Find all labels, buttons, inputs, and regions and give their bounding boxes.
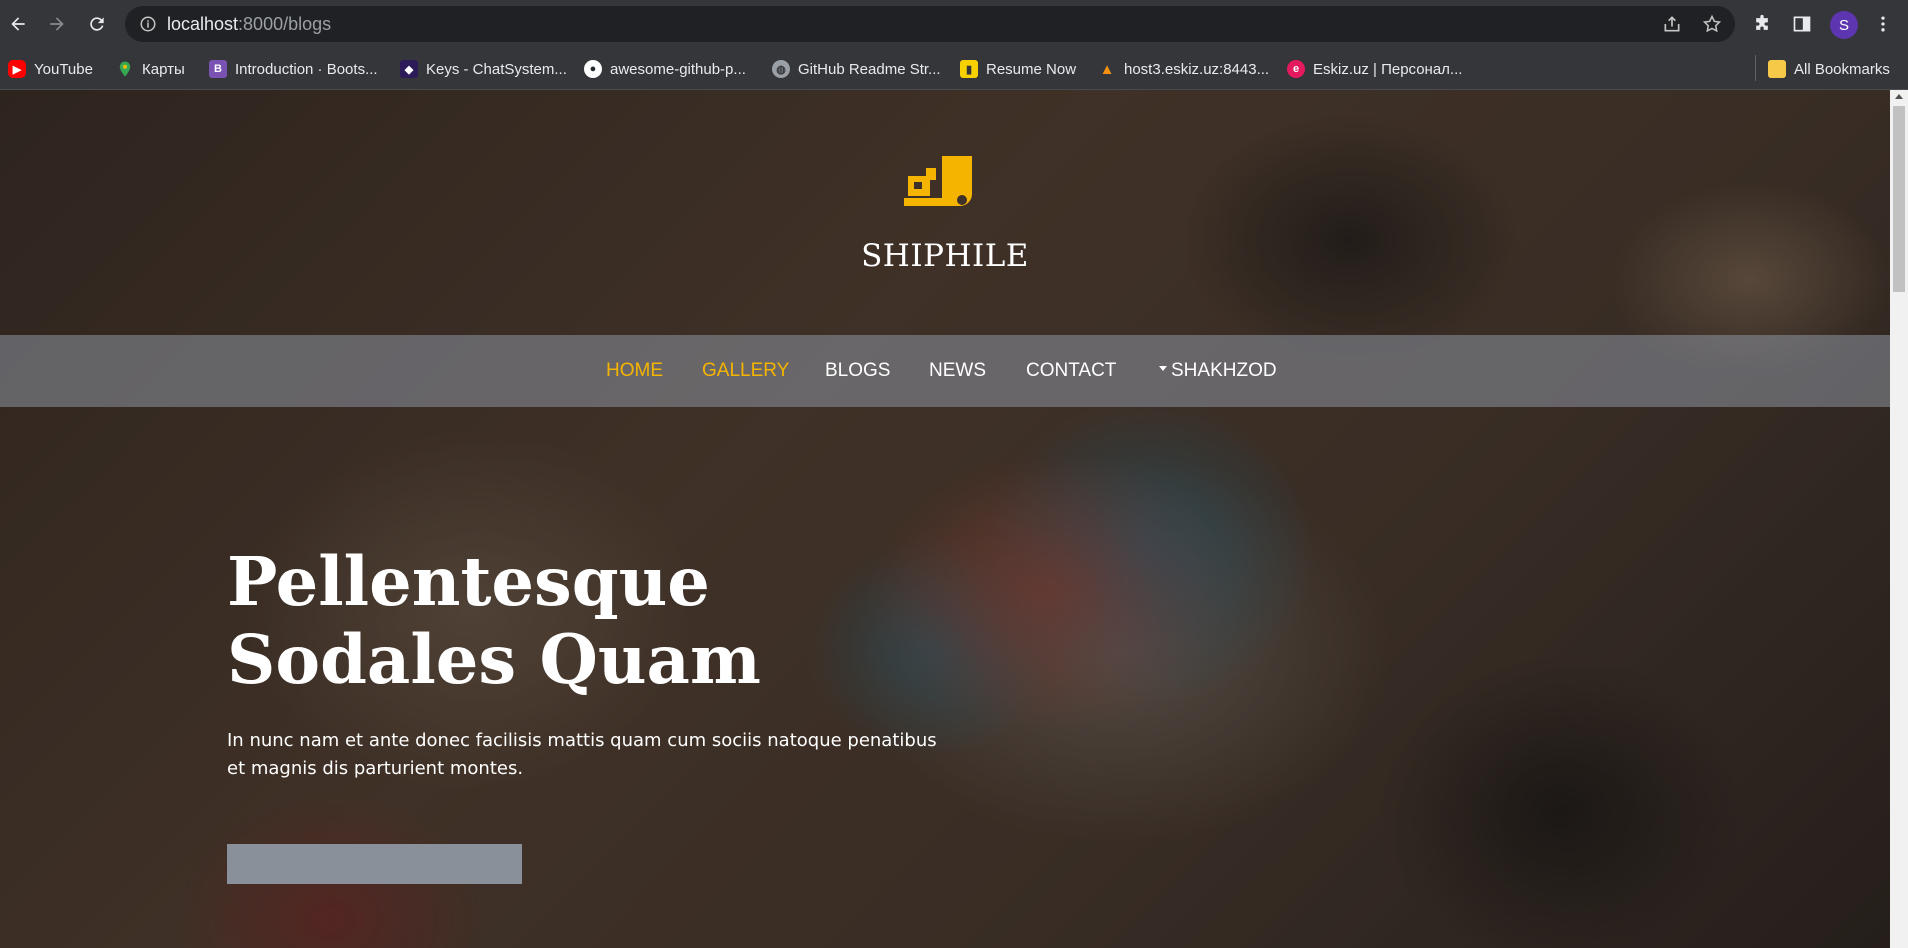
bookmark-bootstrap[interactable]: B Introduction · Boots... — [209, 58, 378, 80]
main-navigation: HOME GALLERY BLOGS NEWS CONTACT SHAKHZOD — [0, 335, 1890, 407]
globe-icon: ◍ — [772, 60, 790, 78]
bookmark-star-icon[interactable] — [1702, 14, 1722, 34]
side-panel-icon[interactable] — [1790, 12, 1814, 36]
folder-icon — [1768, 60, 1786, 78]
bookmark-label: Resume Now — [986, 60, 1077, 78]
eskiz-icon: e — [1287, 60, 1305, 78]
hero-cta-button[interactable] — [227, 844, 522, 884]
cube-icon: ◆ — [400, 60, 418, 78]
url-host: localhost — [167, 14, 239, 34]
bookmark-label: GitHub Readme Str... — [798, 60, 941, 78]
bookmark-host3-eskiz[interactable]: ▲ host3.eskiz.uz:8443... — [1098, 58, 1270, 80]
nav-blogs[interactable]: BLOGS — [825, 359, 890, 383]
profile-avatar[interactable]: S — [1830, 11, 1858, 39]
reload-icon[interactable] — [85, 12, 109, 36]
bookmark-youtube[interactable]: ▶ YouTube — [8, 58, 93, 80]
hero-title: Pellentesque Sodales Quam — [227, 542, 761, 699]
bookmark-label: Карты — [142, 60, 185, 78]
nav-contact[interactable]: CONTACT — [1026, 359, 1116, 383]
nav-gallery[interactable]: GALLERY — [702, 359, 789, 383]
scroll-up-arrow-icon[interactable] — [1895, 94, 1903, 99]
share-icon[interactable] — [1662, 14, 1682, 34]
bookmark-resume-now[interactable]: ▮ Resume Now — [960, 58, 1076, 80]
site-name[interactable]: SHIPHILE — [0, 238, 1890, 274]
maps-pin-icon — [116, 60, 134, 78]
nav-news[interactable]: NEWS — [929, 359, 986, 383]
nav-user-dropdown[interactable]: SHAKHZOD — [1159, 359, 1277, 383]
bookmarks-bar: ▶ YouTube Карты B Introduction · Boots..… — [0, 48, 1908, 90]
hero-description: In nunc nam et ante donec facilisis matt… — [227, 730, 937, 779]
url-path: :8000/blogs — [238, 14, 332, 34]
bookmark-label: Introduction · Boots... — [235, 60, 378, 78]
bookmark-label: YouTube — [34, 60, 93, 78]
youtube-icon: ▶ — [8, 60, 26, 78]
bookmark-label: host3.eskiz.uz:8443... — [1124, 60, 1270, 78]
caret-down-icon — [1159, 366, 1167, 372]
bookmark-awesome-github[interactable]: ● awesome-github-p... — [584, 58, 746, 80]
plesk-icon: ▲ — [1099, 60, 1115, 78]
bookmark-maps[interactable]: Карты — [116, 58, 185, 80]
browser-toolbar: localhost:8000/blogs S — [0, 0, 1908, 48]
bookmark-label: Keys - ChatSystem... — [426, 60, 567, 78]
bootstrap-icon: B — [209, 60, 227, 78]
bookmark-eskiz-personal[interactable]: e Eskiz.uz | Персонал... — [1287, 58, 1462, 80]
scroll-thumb[interactable] — [1893, 106, 1905, 292]
forward-arrow-icon[interactable] — [45, 12, 69, 36]
nav-user-label: SHAKHZOD — [1171, 360, 1277, 381]
page-viewport: SHIPHILE HOME GALLERY BLOGS NEWS CONTACT… — [0, 90, 1890, 948]
all-bookmarks-button[interactable]: All Bookmarks — [1768, 58, 1890, 80]
bookmarks-divider — [1755, 55, 1756, 81]
bookmark-readme-stats[interactable]: ◍ GitHub Readme Str... — [772, 58, 941, 80]
extensions-puzzle-icon[interactable] — [1750, 12, 1774, 36]
github-icon: ● — [584, 60, 602, 78]
url-text[interactable]: localhost:8000/blogs — [167, 14, 331, 34]
site-info-icon[interactable] — [139, 15, 157, 33]
bookmark-chatsystem[interactable]: ◆ Keys - ChatSystem... — [400, 58, 567, 80]
hero-overlay — [0, 90, 1890, 948]
all-bookmarks-label: All Bookmarks — [1794, 60, 1890, 78]
page-scrollbar[interactable] — [1890, 90, 1908, 948]
back-arrow-icon[interactable] — [6, 12, 30, 36]
nav-home[interactable]: HOME — [606, 359, 663, 383]
kebab-menu-icon[interactable] — [1871, 12, 1895, 36]
shiphile-logo-icon[interactable] — [900, 154, 980, 218]
address-bar[interactable]: localhost:8000/blogs — [125, 6, 1735, 42]
bookmark-label: Eskiz.uz | Персонал... — [1313, 60, 1463, 78]
bookmark-label: awesome-github-p... — [610, 60, 746, 78]
resume-icon: ▮ — [960, 60, 978, 78]
